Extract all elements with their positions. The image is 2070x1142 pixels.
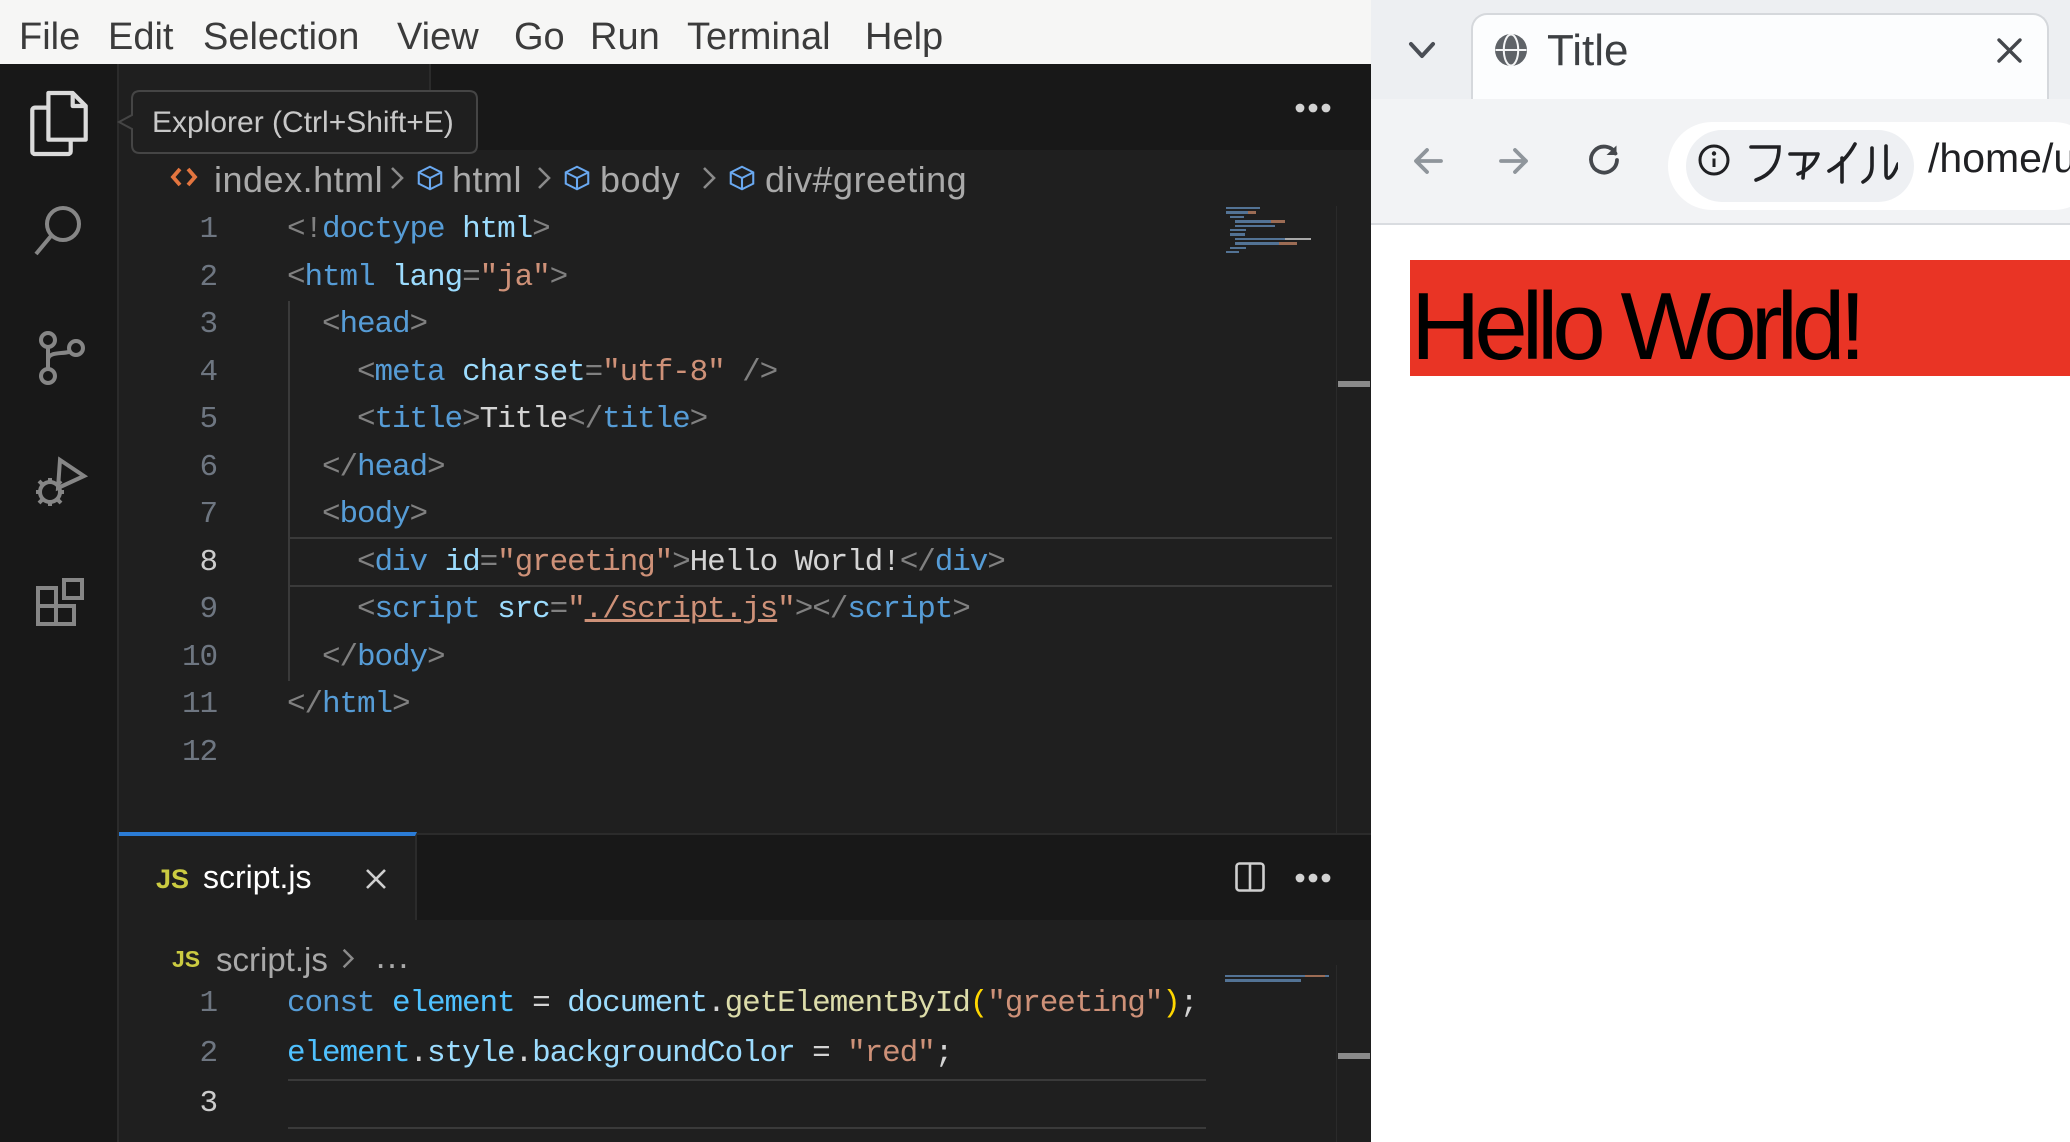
svg-text:Explorer (Ctrl+Shift+E): Explorer (Ctrl+Shift+E): [152, 106, 454, 139]
